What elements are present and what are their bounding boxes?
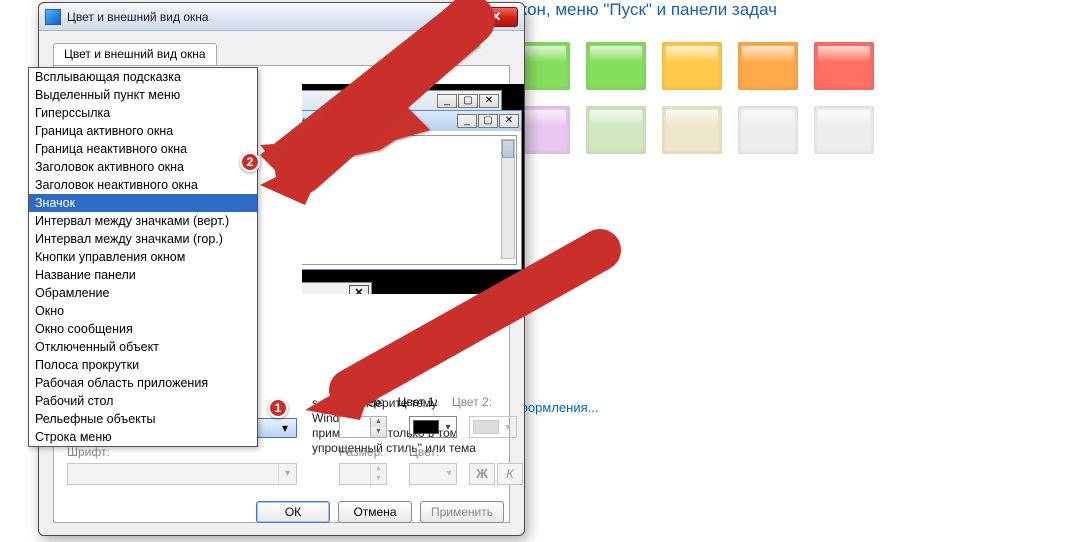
font-color-picker: ▾: [409, 463, 457, 485]
listbox-item[interactable]: Рабочий стол: [29, 392, 257, 410]
preview-active-window: ная _ ▢ ✕: [302, 110, 522, 270]
listbox-item[interactable]: Всплывающая подсказка: [29, 68, 257, 86]
listbox-item[interactable]: Обрамление: [29, 284, 257, 302]
color2-label: Цвет 2:: [452, 395, 492, 409]
bold-button: Ж: [469, 463, 495, 485]
listbox-item[interactable]: Рельефные объекты: [29, 410, 257, 428]
listbox-item[interactable]: Кнопки управления окном: [29, 248, 257, 266]
color-swatch-grid: [510, 42, 930, 154]
listbox-item[interactable]: Строка меню: [29, 428, 257, 446]
preview-area: _ ▢ ✕ ная _ ▢ ✕ ✕: [302, 84, 525, 294]
listbox-item[interactable]: Выделенный пункт меню: [29, 86, 257, 104]
color-swatch[interactable]: [814, 42, 874, 90]
ok-button[interactable]: ОК: [256, 501, 330, 523]
preview-messagebox: ✕: [302, 282, 372, 294]
dialog-title: Цвет и внешний вид окна: [67, 10, 474, 24]
close-button[interactable]: ✕: [474, 7, 518, 27]
listbox-item[interactable]: Полоса прокрутки: [29, 356, 257, 374]
maximize-icon: ▢: [458, 94, 478, 108]
color-swatch[interactable]: [586, 106, 646, 154]
color-swatch[interactable]: [814, 106, 874, 154]
spin-down-icon: ▼: [370, 474, 386, 484]
apply-button[interactable]: Применить: [420, 501, 504, 523]
scrollbar-icon: [501, 139, 515, 259]
listbox-item[interactable]: Интервал между значками (верт.): [29, 212, 257, 230]
font-combobox: ▾: [67, 463, 297, 485]
close-icon: ✕: [349, 285, 369, 294]
listbox-item[interactable]: Окно: [29, 302, 257, 320]
color-swatch[interactable]: [586, 42, 646, 90]
chevron-down-icon: ▾: [278, 421, 292, 435]
listbox-item[interactable]: Название панели: [29, 266, 257, 284]
tab-appearance[interactable]: Цвет и внешний вид окна: [53, 43, 217, 65]
color1-picker[interactable]: ▾: [409, 416, 457, 438]
color2-swatch: [473, 420, 499, 434]
chevron-down-icon: ▾: [442, 464, 456, 484]
listbox-item[interactable]: Заголовок активного окна: [29, 158, 257, 176]
dialog-titlebar[interactable]: Цвет и внешний вид окна ✕: [39, 3, 524, 31]
maximize-icon: ▢: [478, 114, 498, 128]
color-swatch[interactable]: [738, 106, 798, 154]
field-labels-row: Размер: Цвет 1: Цвет 2:: [339, 395, 492, 409]
tab-strip: Цвет и внешний вид окна: [53, 43, 510, 65]
listbox-item[interactable]: Рабочая область приложения: [29, 374, 257, 392]
color-swatch[interactable]: [738, 42, 798, 90]
chevron-down-icon: ▾: [278, 464, 296, 484]
size-value[interactable]: [340, 417, 370, 437]
listbox-item[interactable]: Отключенный объект: [29, 338, 257, 356]
color-swatch[interactable]: [662, 106, 722, 154]
bg-heading: окон, меню "Пуск" и панели задач: [510, 0, 1090, 20]
spin-up-icon: ▲: [370, 464, 386, 474]
font-size-spinner: ▲ ▼: [339, 463, 387, 485]
color2-picker: ▾: [469, 416, 517, 438]
color1-label: Цвет 1:: [398, 395, 438, 409]
chevron-down-icon: ▾: [502, 422, 514, 433]
minimize-icon: _: [457, 114, 477, 128]
listbox-item[interactable]: Граница активного окна: [29, 122, 257, 140]
spin-down-icon[interactable]: ▼: [370, 427, 386, 437]
font-size-label: Размер:: [339, 445, 384, 459]
transparency-label-fragment: й: [530, 295, 537, 309]
spin-up-icon[interactable]: ▲: [370, 417, 386, 427]
listbox-item[interactable]: Интервал между значками (гор.): [29, 230, 257, 248]
window-icon: [45, 9, 61, 25]
font-color-label: Цвет:: [409, 445, 439, 459]
listbox-item[interactable]: Гиперссылка: [29, 104, 257, 122]
element-listbox[interactable]: Всплывающая подсказкаВыделенный пункт ме…: [28, 67, 258, 447]
size-label: Размер:: [339, 395, 384, 409]
size-spinner[interactable]: ▲ ▼: [339, 416, 387, 438]
listbox-item[interactable]: Окно сообщения: [29, 320, 257, 338]
preview-active-title: ная: [302, 115, 456, 127]
close-icon: ✕: [499, 114, 519, 128]
close-icon: ✕: [479, 94, 499, 108]
cancel-button[interactable]: Отмена: [338, 501, 412, 523]
minimize-icon: _: [437, 94, 457, 108]
italic-button: К: [497, 463, 523, 485]
listbox-item[interactable]: Заголовок неактивного окна: [29, 176, 257, 194]
chevron-down-icon: ▾: [442, 422, 454, 433]
font-label: Шрифт:: [67, 445, 110, 459]
color-swatch[interactable]: [662, 42, 722, 90]
listbox-item[interactable]: Граница неактивного окна: [29, 140, 257, 158]
listbox-item[interactable]: Значок: [29, 194, 257, 212]
color1-swatch: [413, 420, 439, 434]
dialog-button-row: ОК Отмена Применить: [256, 501, 504, 523]
close-icon: ✕: [491, 9, 502, 25]
background-page: окон, меню "Пуск" и панели задач: [510, 0, 1090, 154]
